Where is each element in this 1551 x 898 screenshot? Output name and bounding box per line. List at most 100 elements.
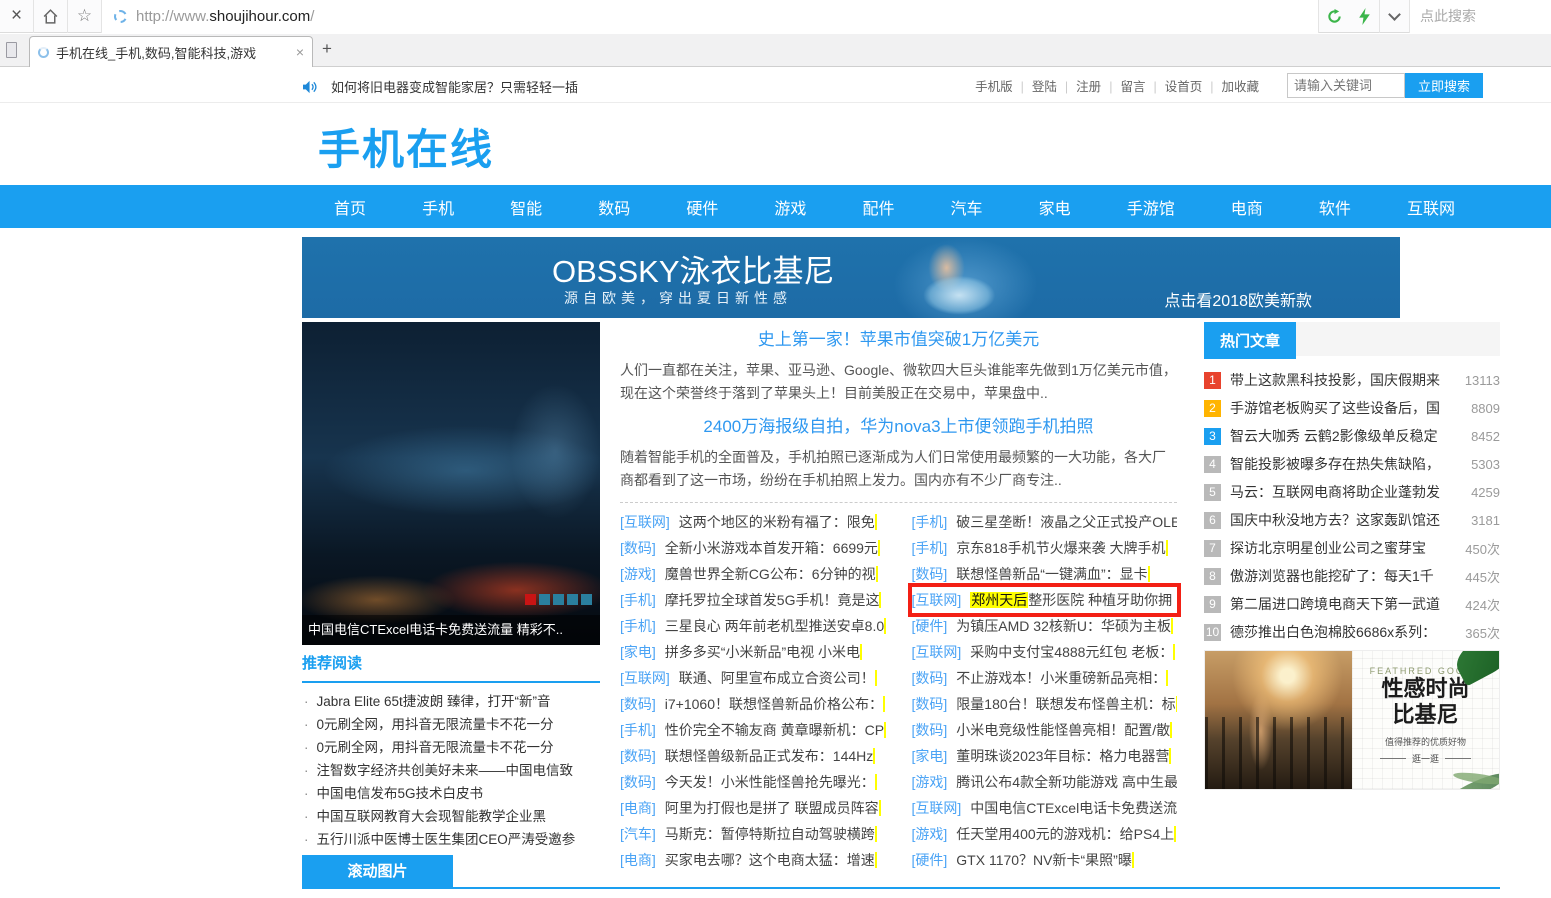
hot-article-item[interactable]: 9 第二届进口跨境电商天下第一武道 424次 bbox=[1204, 590, 1500, 618]
top-link[interactable]: 留言 bbox=[1101, 76, 1145, 95]
news-category-tag[interactable]: [家电] bbox=[912, 743, 948, 769]
news-category-tag[interactable]: [数码] bbox=[912, 691, 948, 717]
news-item[interactable]: [硬件] 为镇压AMD 32核新U：华硕为主板 bbox=[912, 613, 1178, 639]
news-category-tag[interactable]: [互联网] bbox=[912, 587, 962, 613]
photo-slider[interactable]: 中国电信CTExcel电话卡免费送流量 精彩不.. bbox=[302, 322, 600, 645]
top-banner-ad[interactable]: OBSSKY泳衣比基尼 源自欧美，穿出夏日新性感 点击看2018欧美新款 bbox=[302, 237, 1400, 318]
hot-article-item[interactable]: 8 傲游浏览器也能挖矿了：每天1千 445次 bbox=[1204, 562, 1500, 590]
news-category-tag[interactable]: [硬件] bbox=[912, 847, 948, 873]
hot-article-item[interactable]: 3 智云大咖秀 云鹤2影像级单反稳定 8452 bbox=[1204, 422, 1500, 450]
news-item[interactable]: [手机] 三星良心 两年前老机型推送安卓8.0 bbox=[620, 613, 886, 639]
slider-dot[interactable] bbox=[553, 594, 564, 605]
news-item[interactable]: [数码] 限量180台！联想发布怪兽主机：标 bbox=[912, 691, 1178, 717]
news-category-tag[interactable]: [数码] bbox=[620, 769, 656, 795]
nav-item[interactable]: 配件 bbox=[862, 195, 894, 219]
news-category-tag[interactable]: [手机] bbox=[912, 509, 948, 535]
news-item[interactable]: [数码] 全新小米游戏本首发开箱：6699元 bbox=[620, 535, 886, 561]
news-item[interactable]: [汽车] 马斯克：暂停特斯拉自动驾驶横跨 bbox=[620, 821, 886, 847]
sidebar-ad[interactable]: FEATHRED GOODS 性感时尚 比基尼 值得推荐的优质好物 逛一逛 bbox=[1204, 650, 1500, 790]
news-item[interactable]: [游戏] 魔兽世界全新CG公布：6分钟的视 bbox=[620, 561, 886, 587]
news-item[interactable]: [互联网] 这两个地区的米粉有福了：限免 bbox=[620, 509, 886, 535]
news-category-tag[interactable]: [互联网] bbox=[620, 509, 670, 535]
news-category-tag[interactable]: [互联网] bbox=[912, 639, 962, 665]
news-category-tag[interactable]: [家电] bbox=[620, 639, 656, 665]
feature-headline[interactable]: 2400万海报级自拍，华为nova3上市便领跑手机拍照 bbox=[620, 412, 1177, 437]
lightning-icon[interactable] bbox=[1349, 0, 1379, 33]
news-item[interactable]: [家电] 拼多多买“小米新品”电视 小米电 bbox=[620, 639, 886, 665]
news-category-tag[interactable]: [电商] bbox=[620, 847, 656, 873]
top-link[interactable]: 手机版 bbox=[975, 76, 1013, 95]
top-link[interactable]: 设首页 bbox=[1145, 76, 1202, 95]
hot-article-item[interactable]: 4 智能投影被曝多存在热失焦缺陷， 5303 bbox=[1204, 450, 1500, 478]
nav-item[interactable]: 首页 bbox=[334, 195, 366, 219]
keyword-search-input[interactable] bbox=[1287, 73, 1405, 98]
slider-dot[interactable] bbox=[539, 594, 550, 605]
ad-cta[interactable]: 逛一逛 bbox=[1352, 752, 1499, 765]
tab-list-icon[interactable] bbox=[6, 42, 17, 58]
recommend-item[interactable]: 0元刷全网，用抖音无限流量卡不花一分 bbox=[302, 713, 600, 736]
site-logo[interactable]: 手机在线 bbox=[318, 116, 494, 177]
news-category-tag[interactable]: [手机] bbox=[912, 535, 948, 561]
nav-item[interactable]: 软件 bbox=[1319, 195, 1351, 219]
news-item[interactable]: [游戏] 腾讯公布4款全新功能游戏 高中生最 bbox=[912, 769, 1178, 795]
news-category-tag[interactable]: [汽车] bbox=[620, 821, 656, 847]
hot-article-item[interactable]: 7 探访北京明星创业公司之蜜芽宝 450次 bbox=[1204, 534, 1500, 562]
nav-item[interactable]: 电商 bbox=[1231, 195, 1263, 219]
url-bar[interactable]: http://www.shoujihour.com/ bbox=[102, 0, 1319, 33]
news-category-tag[interactable]: [游戏] bbox=[912, 769, 948, 795]
news-item[interactable]: [数码] 小米电竞级性能怪兽亮相！配置/散 bbox=[912, 717, 1178, 743]
news-category-tag[interactable]: [手机] bbox=[620, 717, 656, 743]
top-link[interactable]: 注册 bbox=[1057, 76, 1101, 95]
chevron-down-icon[interactable] bbox=[1379, 0, 1409, 33]
banner-cta[interactable]: 点击看2018欧美新款 bbox=[1164, 287, 1312, 311]
news-category-tag[interactable]: [硬件] bbox=[912, 613, 948, 639]
nav-item[interactable]: 家电 bbox=[1039, 195, 1071, 219]
news-item[interactable]: [手机] 京东818手机节火爆来袭 大牌手机 bbox=[912, 535, 1178, 561]
news-category-tag[interactable]: [数码] bbox=[620, 535, 656, 561]
announcement-link[interactable]: 如何将旧电器变成智能家居？只需轻轻一插 bbox=[303, 77, 578, 96]
nav-item[interactable]: 手游馆 bbox=[1127, 195, 1175, 219]
bookmark-star-icon[interactable]: ☆ bbox=[68, 0, 102, 33]
nav-item[interactable]: 硬件 bbox=[686, 195, 718, 219]
nav-item[interactable]: 游戏 bbox=[774, 195, 806, 219]
new-tab-button[interactable]: + bbox=[322, 39, 332, 59]
nav-item[interactable]: 智能 bbox=[510, 195, 542, 219]
recommend-item[interactable]: 0元刷全网，用抖音无限流量卡不花一分 bbox=[302, 736, 600, 759]
nav-item[interactable]: 互联网 bbox=[1407, 195, 1455, 219]
window-close-button[interactable]: × bbox=[0, 0, 34, 33]
browser-tab[interactable]: 手机在线_手机,数码,智能科技,游戏 × bbox=[29, 36, 313, 67]
recommend-item[interactable]: 中国互联网教育大会现智能教学企业黑 bbox=[302, 805, 600, 828]
news-item[interactable]: [游戏] 任天堂用400元的游戏机：给PS4上 bbox=[912, 821, 1178, 847]
hot-articles-tab[interactable]: 热门文章 bbox=[1204, 322, 1296, 359]
news-item[interactable]: [硬件] GTX 1170？NV新卡“果照”曝 bbox=[912, 847, 1178, 873]
hot-article-item[interactable]: 2 手游馆老板购买了这些设备后，国 8809 bbox=[1204, 394, 1500, 422]
hot-article-item[interactable]: 5 马云：互联网电商将助企业蓬勃发 4259 bbox=[1204, 478, 1500, 506]
news-category-tag[interactable]: [数码] bbox=[912, 561, 948, 587]
refresh-icon[interactable] bbox=[1319, 0, 1349, 33]
tab-close-icon[interactable]: × bbox=[296, 44, 304, 60]
news-item[interactable]: [电商] 阿里为打假也是拼了 联盟成员阵容 bbox=[620, 795, 886, 821]
top-link[interactable]: 加收藏 bbox=[1202, 76, 1259, 95]
news-item[interactable]: [家电] 董明珠谈2023年目标：格力电器营 bbox=[912, 743, 1178, 769]
nav-item[interactable]: 手机 bbox=[422, 195, 454, 219]
news-item[interactable]: [数码] i7+1060！联想怪兽新品价格公布： bbox=[620, 691, 886, 717]
news-item[interactable]: [数码] 联想怪兽新品“一键满血”：显卡 bbox=[912, 561, 1178, 587]
news-category-tag[interactable]: [互联网] bbox=[620, 665, 670, 691]
slider-dot[interactable] bbox=[567, 594, 578, 605]
news-item[interactable]: [数码] 联想怪兽级新品正式发布：144Hz bbox=[620, 743, 886, 769]
news-category-tag[interactable]: [游戏] bbox=[912, 821, 948, 847]
news-item[interactable]: [互联网] 中国电信CTExcel电话卡免费送流 bbox=[912, 795, 1178, 821]
feature-headline[interactable]: 史上第一家！苹果市值突破1万亿美元 bbox=[620, 325, 1177, 350]
news-category-tag[interactable]: [数码] bbox=[620, 691, 656, 717]
nav-item[interactable]: 汽车 bbox=[951, 195, 983, 219]
recommend-item[interactable]: 五行川派中医博士医生集团CEO严涛受邀参 bbox=[302, 828, 600, 851]
quick-search-input[interactable] bbox=[1409, 0, 1551, 33]
news-item[interactable]: [互联网] 联通、阿里宣布成立合资公司！ bbox=[620, 665, 886, 691]
news-category-tag[interactable]: [电商] bbox=[620, 795, 656, 821]
recommend-item[interactable]: 中国电信发布5G技术白皮书 bbox=[302, 782, 600, 805]
scroll-images-tab[interactable]: 滚动图片 bbox=[302, 855, 453, 889]
news-item[interactable]: [手机] 破三星垄断！液晶之父正式投产OLE bbox=[912, 509, 1178, 535]
slider-dot[interactable] bbox=[581, 594, 592, 605]
news-item[interactable]: [数码] 不止游戏本！小米重磅新品亮相： bbox=[912, 665, 1178, 691]
news-category-tag[interactable]: [手机] bbox=[620, 587, 656, 613]
